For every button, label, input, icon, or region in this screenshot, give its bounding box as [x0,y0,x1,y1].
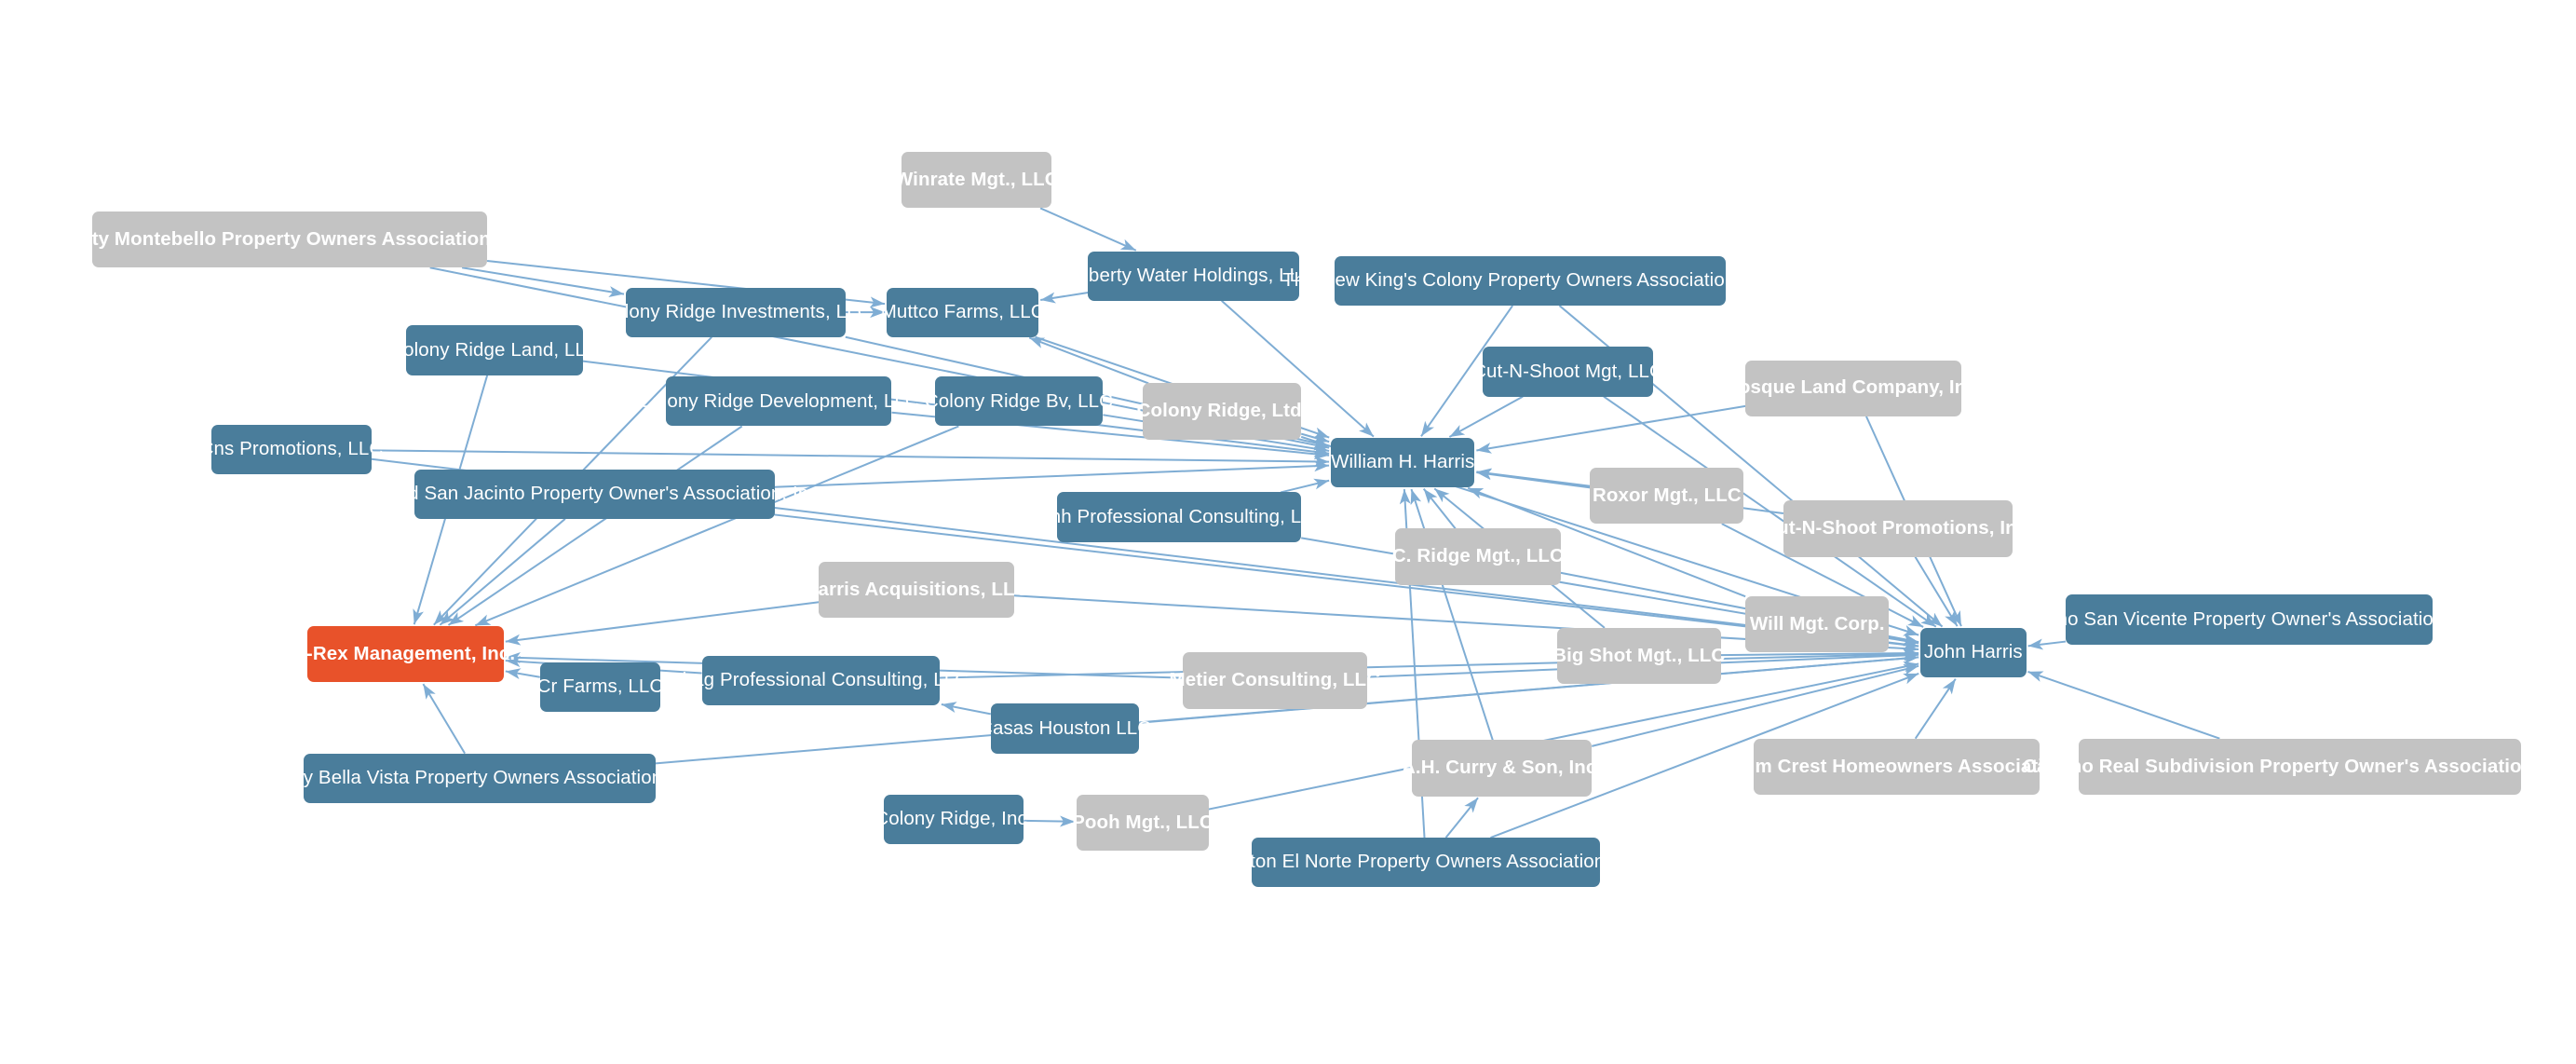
graph-node[interactable]: Winrate Mgt., LLC [895,152,1059,209]
graph-node[interactable]: Cut-N-Shoot Mgt, LLC [1472,347,1663,397]
graph-node[interactable]: Liberty Bella Vista Property Owners Asso… [255,753,704,803]
graph-node[interactable]: Colony Ridge Investments, LLC [600,287,871,337]
graph-node[interactable]: A.H. Curry & Son, Inc. [1402,740,1602,797]
graph-node[interactable]: Palm Crest Homeowners Association [1726,738,2067,795]
graph-node[interactable]: Cr Farms, LLC [537,662,663,713]
graph-node[interactable]: William H. Harris [1331,437,1475,488]
graph-node[interactable]: Metier Consulting, LLC [1170,652,1380,709]
graph-node[interactable]: Will Mgt. Corp. [1745,596,1890,653]
graph-node[interactable]: Muttco Farms, LLC [881,287,1045,337]
graph-node[interactable]: Houston El Norte Property Owners Associa… [1205,838,1647,888]
graph-node[interactable]: Liberty Water Holdings, LLC [1074,251,1314,301]
graph-node[interactable]: Grand San Jacinto Property Owner's Assoc… [365,469,823,519]
graph-node[interactable]: Roxor Mgt., LLC [1590,467,1744,525]
graph-node[interactable]: Colony Ridge Bv, LLC [925,376,1113,427]
graph-node[interactable]: Rancho San Vicente Property Owner's Asso… [2012,594,2486,645]
node-layer: Winrate Mgt., LLC Liberty Montebello Prop… [0,0,2576,1064]
graph-node[interactable]: Camino Real Subdivision Property Owner's… [2023,738,2576,795]
graph-node[interactable]: Cut-N-Shoot Promotions, Inc. [1763,500,2033,557]
graph-node[interactable]: C. Ridge Mgt., LLC [1392,528,1564,585]
graph-node[interactable]: Pooh Mgt., LLC [1072,794,1213,852]
graph-node[interactable]: Liberty Montebello Property Owners Assoc… [45,211,535,268]
graph-node[interactable]: Colony Ridge Land, LLC [389,325,600,375]
graph-node[interactable]: Harris Acquisitions, LLC [805,561,1028,619]
graph-node[interactable]: Colony Ridge Development, LLC [638,376,919,427]
graph-node[interactable]: John Harris [1920,627,2027,678]
graph-node[interactable]: Colony Ridge, Ltd. [1137,383,1307,440]
graph-node[interactable]: T-Rex Management, Inc. [295,626,515,683]
graph-node[interactable]: Colony Ridge, Inc. [874,794,1033,845]
graph-node[interactable]: Whh Professional Consulting, LLC [1032,492,1326,542]
graph-node[interactable]: Cns Promotions, LLC [200,424,383,474]
graph-node[interactable]: Bosque Land Company, Inc. [1725,360,1982,416]
graph-node[interactable]: Big Shot Mgt., LLC [1552,627,1725,685]
graph-node[interactable]: The New King's Colony Property Owners As… [1282,255,1777,307]
graph-node[interactable]: Casas Houston LLC [979,703,1151,754]
graph-node[interactable]: Jhag Professional Consulting, LLC [672,655,969,706]
network-diagram-canvas: Winrate Mgt., LLC Liberty Montebello Prop… [0,0,2576,1064]
